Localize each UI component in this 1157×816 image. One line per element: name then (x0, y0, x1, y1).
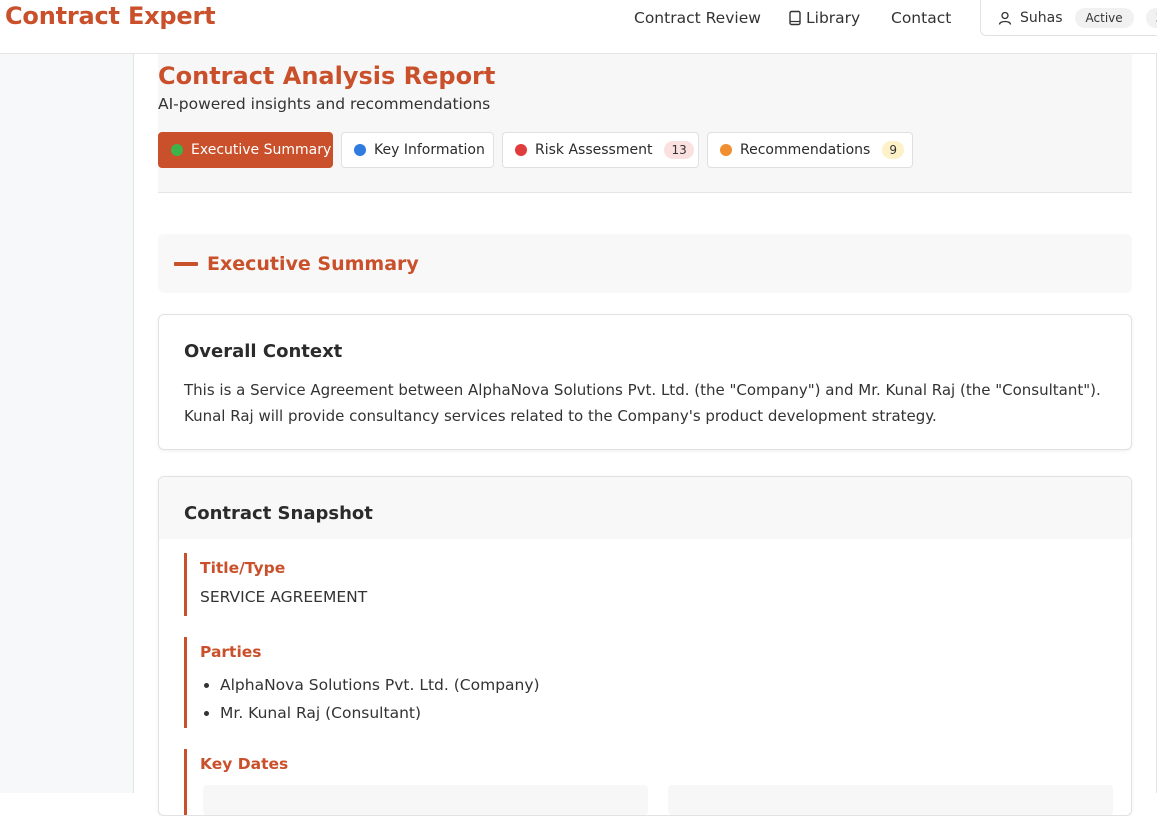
green-dot-icon (171, 144, 183, 156)
user-name: Suhas (1020, 9, 1063, 26)
key-dates-field: Key Dates (184, 749, 1113, 815)
book-icon (789, 10, 801, 26)
nav-contract-review[interactable]: Contract Review (634, 7, 761, 29)
key-dates-label: Key Dates (200, 755, 289, 773)
nav-contact[interactable]: Contact (891, 7, 951, 29)
executive-summary-toggle[interactable]: Executive Summary (158, 234, 1132, 293)
nav-library-label: Library (806, 9, 861, 27)
risk-count-badge: 13 (664, 141, 694, 159)
overall-context-title: Overall Context (184, 341, 343, 362)
title-type-field: Title/Type SERVICE AGREEMENT (184, 553, 1104, 616)
tab-risk-assessment-label: Risk Assessment (535, 142, 653, 158)
report-header: Contract Analysis Report AI-powered insi… (158, 54, 1132, 193)
parties-label: Parties (200, 643, 262, 661)
contract-snapshot-card: Contract Snapshot Title/Type SERVICE AGR… (158, 476, 1132, 816)
user-menu[interactable]: Suhas Active 3 (980, 0, 1157, 36)
nav-contact-label: Contact (891, 9, 952, 27)
top-navbar: Contract Expert Contract Review Library … (0, 0, 1157, 54)
tab-recommendations-label: Recommendations (740, 142, 871, 158)
parties-field: Parties AlphaNova Solutions Pvt. Ltd. (C… (184, 637, 1104, 728)
key-date-box (203, 785, 648, 815)
title-type-value: SERVICE AGREEMENT (200, 588, 368, 606)
blue-dot-icon (354, 144, 366, 156)
executive-summary-heading: Executive Summary (207, 252, 419, 275)
contract-snapshot-title: Contract Snapshot (184, 503, 373, 524)
user-status-badge: Active (1074, 7, 1134, 28)
list-item: Mr. Kunal Raj (Consultant) (220, 699, 1104, 727)
user-count-badge: 3 (1145, 7, 1157, 28)
recommendations-count-badge: 9 (882, 141, 904, 159)
report-title: Contract Analysis Report (158, 62, 496, 90)
overall-context-card: Overall Context This is a Service Agreem… (158, 314, 1132, 450)
user-icon (998, 11, 1012, 25)
nav-library[interactable]: Library (788, 7, 860, 29)
red-dot-icon (515, 144, 527, 156)
nav-contract-review-label: Contract Review (634, 9, 761, 27)
tab-executive-summary[interactable]: Executive Summary (158, 132, 333, 168)
tab-recommendations[interactable]: Recommendations 9 (707, 132, 913, 168)
tab-key-information-label: Key Information (374, 142, 485, 158)
report-subtitle: AI-powered insights and recommendations (158, 95, 491, 113)
key-date-box (668, 785, 1113, 815)
overall-context-text: This is a Service Agreement between Alph… (184, 381, 1101, 425)
title-type-label: Title/Type (200, 559, 286, 577)
collapse-minus-icon (174, 261, 198, 266)
parties-list: AlphaNova Solutions Pvt. Ltd. (Company) … (200, 671, 1104, 727)
tab-executive-summary-label: Executive Summary (191, 142, 332, 158)
brand-logo[interactable]: Contract Expert (5, 2, 216, 30)
tab-key-information[interactable]: Key Information (341, 132, 494, 168)
list-item: AlphaNova Solutions Pvt. Ltd. (Company) (220, 671, 1104, 699)
tab-risk-assessment[interactable]: Risk Assessment 13 (502, 132, 699, 168)
left-gutter (0, 54, 134, 793)
orange-dot-icon (720, 144, 732, 156)
